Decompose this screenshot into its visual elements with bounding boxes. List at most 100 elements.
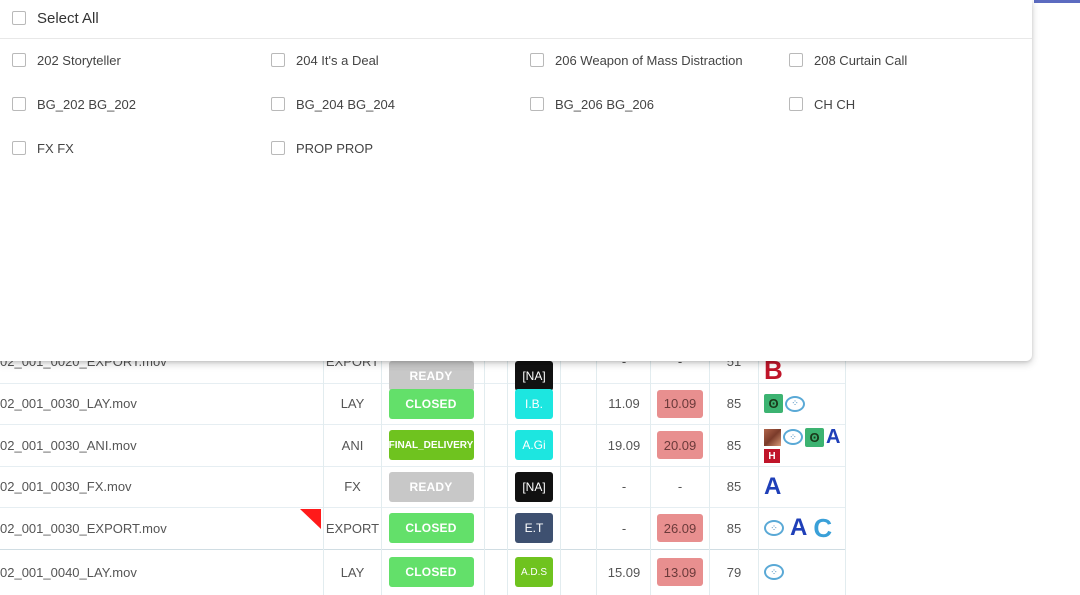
file-name[interactable]: 02_001_0030_ANI.mov	[0, 424, 320, 466]
filter-checkbox[interactable]	[271, 141, 285, 155]
frame-count: 79	[726, 564, 742, 580]
column-divider	[845, 340, 846, 595]
due-date: 13.09	[657, 558, 703, 586]
status-badge[interactable]: CLOSED	[388, 557, 474, 587]
filter-option[interactable]: FX FX	[12, 138, 74, 158]
dept-cell: FX	[344, 479, 361, 494]
dept-cell: EXPORT	[325, 520, 380, 536]
filter-option[interactable]: BG_204 BG_204	[271, 94, 395, 114]
table-row[interactable]: 02_001_0030_FX.mov FX READY [NA] - - 85 …	[0, 466, 846, 508]
photo-icon	[764, 428, 781, 446]
status-badge[interactable]: READY	[388, 471, 474, 502]
table-row[interactable]: 02_001_0030_LAY.mov LAY CLOSED I.B. 11.0…	[0, 383, 846, 425]
due-date: 20.09	[657, 431, 703, 459]
due-date: 10.09	[657, 389, 703, 418]
assignee-badge[interactable]: [NA]	[515, 471, 553, 502]
filter-option[interactable]: 206 Weapon of Mass Distraction	[530, 50, 743, 70]
column-divider	[596, 340, 597, 595]
filter-option-label: 208 Curtain Call	[814, 52, 908, 68]
table-row[interactable]: 02_001_0030_EXPORT.mov EXPORT CLOSED E.T…	[0, 507, 846, 550]
column-divider	[560, 340, 561, 595]
frame-count: 85	[726, 520, 742, 536]
column-divider	[323, 340, 324, 595]
column-divider	[758, 340, 759, 595]
filter-dropdown: Select All 202 Storyteller 204 It's a De…	[0, 0, 1032, 361]
filter-checkbox[interactable]	[530, 53, 544, 67]
note-flag-icon[interactable]	[300, 509, 321, 529]
file-name[interactable]: 02_001_0040_LAY.mov	[0, 549, 320, 595]
start-date: -	[621, 520, 627, 536]
dept-cell: LAY	[340, 564, 365, 580]
frame-count: 85	[726, 437, 742, 453]
filter-option-label: 206 Weapon of Mass Distraction	[555, 52, 743, 68]
start-date: 11.09	[608, 396, 640, 411]
status-badge[interactable]: FINAL_DELIVERY	[388, 430, 474, 460]
column-divider	[507, 340, 508, 595]
assignee-badge[interactable]: E.T	[515, 513, 553, 543]
filter-checkbox[interactable]	[789, 53, 803, 67]
start-date: 15.09	[607, 564, 641, 580]
A-icon: A	[790, 514, 808, 541]
select-all-label: Select All	[37, 9, 99, 27]
filter-checkbox[interactable]	[789, 97, 803, 111]
table-row[interactable]: 02_001_0030_ANI.mov ANI FINAL_DELIVERY A…	[0, 424, 846, 467]
dept-cell: ANI	[341, 437, 364, 453]
H-icon: H	[764, 449, 780, 463]
filter-checkbox[interactable]	[271, 53, 285, 67]
filter-option-label: BG_204 BG_204	[296, 96, 396, 112]
select-all-option[interactable]: Select All	[12, 8, 99, 28]
C-icon: C	[813, 513, 833, 543]
swirl-icon: ʘ	[764, 394, 783, 413]
filter-checkbox[interactable]	[12, 141, 26, 155]
table-row[interactable]: 02_001_0040_LAY.mov LAY CLOSED A.D.S 15.…	[0, 549, 846, 595]
filter-checkbox[interactable]	[530, 97, 544, 111]
filter-option[interactable]: 202 Storyteller	[12, 50, 121, 70]
assignee-badge[interactable]: A.D.S	[515, 557, 553, 587]
filter-option-label: CH CH	[814, 96, 856, 112]
filter-option-label: 204 It's a Deal	[296, 52, 379, 68]
status-badge[interactable]: CLOSED	[388, 388, 474, 419]
column-divider	[381, 340, 382, 595]
filter-option[interactable]: BG_202 BG_202	[12, 94, 136, 114]
file-name[interactable]: 02_001_0030_LAY.mov	[0, 383, 320, 424]
due-date: 26.09	[657, 514, 703, 542]
filter-option[interactable]: CH CH	[789, 94, 855, 114]
globe-icon: ⁘	[764, 520, 784, 536]
frame-count: 85	[726, 479, 742, 494]
file-name[interactable]: 02_001_0030_EXPORT.mov	[0, 507, 320, 549]
task-table: 02_001_0020_EXPORT.mov EXPORT READY [NA]…	[0, 340, 846, 595]
dept-cell: LAY	[340, 396, 365, 411]
filter-option-label: BG_206 BG_206	[555, 96, 655, 112]
status-badge[interactable]: CLOSED	[388, 513, 474, 543]
filter-checkbox[interactable]	[271, 97, 285, 111]
header-accent-bar	[1034, 0, 1080, 3]
filter-option[interactable]: BG_206 BG_206	[530, 94, 654, 114]
column-divider	[484, 340, 485, 595]
frame-count: 85	[726, 396, 742, 411]
due-date: -	[677, 479, 683, 494]
start-date: -	[621, 479, 627, 494]
filter-option-label: FX FX	[37, 140, 74, 156]
assignee-badge[interactable]: A.Gi	[515, 430, 553, 460]
swirl-icon: ʘ	[805, 427, 824, 447]
globe-icon: ⁘	[785, 395, 805, 412]
filter-option-label: PROP PROP	[296, 140, 374, 156]
filter-option[interactable]: PROP PROP	[271, 138, 373, 158]
filter-option[interactable]: 204 It's a Deal	[271, 50, 379, 70]
select-all-checkbox[interactable]	[12, 11, 26, 25]
filter-option-label: 202 Storyteller	[37, 52, 121, 68]
filter-checkbox[interactable]	[12, 97, 26, 111]
A-icon: A	[764, 472, 782, 500]
file-name[interactable]: 02_001_0030_FX.mov	[0, 466, 320, 507]
filter-option[interactable]: 208 Curtain Call	[789, 50, 907, 70]
column-divider	[709, 340, 710, 595]
filter-checkbox[interactable]	[12, 53, 26, 67]
assignee-badge[interactable]: I.B.	[515, 388, 553, 419]
globe-icon: ⁘	[783, 429, 803, 445]
column-divider	[650, 340, 651, 595]
start-date: 19.09	[607, 437, 641, 453]
A-icon: A	[826, 426, 841, 448]
globe-icon: ⁘	[764, 564, 784, 580]
filter-option-label: BG_202 BG_202	[37, 96, 137, 112]
divider	[0, 38, 1032, 39]
